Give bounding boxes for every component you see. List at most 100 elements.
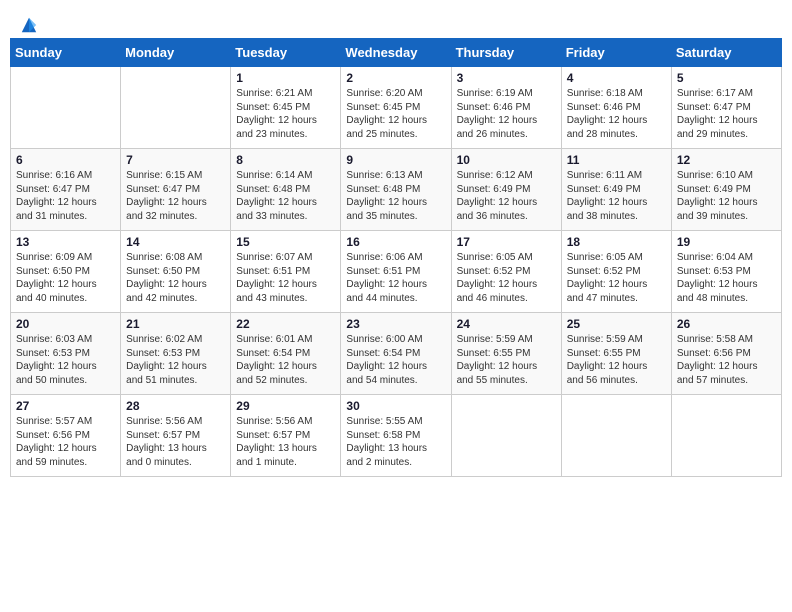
calendar-cell: 9Sunrise: 6:13 AM Sunset: 6:48 PM Daylig… bbox=[341, 149, 451, 231]
calendar-header-friday: Friday bbox=[561, 39, 671, 67]
calendar-cell: 19 Sunrise: 6:04 AM Sunset: 6:53 PM Dayli… bbox=[671, 231, 781, 313]
day-info: Sunrise: 6:05 AM Sunset: 6:52 PM Dayligh… bbox=[567, 251, 666, 305]
day-info: Sunrise: 6:15 AM Sunset: 6:47 PM Dayligh… bbox=[126, 169, 225, 223]
day-number: 7 bbox=[126, 153, 225, 167]
calendar-cell: 21 Sunrise: 6:02 AM Sunset: 6:53 PM Dayli… bbox=[121, 313, 231, 395]
calendar-week-3: 13 Sunrise: 6:09 AM Sunset: 6:50 PM Dayli… bbox=[11, 231, 782, 313]
calendar-cell: 18 Sunrise: 6:05 AM Sunset: 6:52 PM Dayli… bbox=[561, 231, 671, 313]
day-number: 4 bbox=[567, 71, 666, 85]
day-number: 15 bbox=[236, 235, 335, 249]
calendar-header-row: SundayMondayTuesdayWednesdayThursdayFrid… bbox=[11, 39, 782, 67]
day-number: 19 bbox=[677, 235, 776, 249]
day-number: 5 bbox=[677, 71, 776, 85]
calendar-cell: 14 Sunrise: 6:08 AM Sunset: 6:50 PM Dayli… bbox=[121, 231, 231, 313]
day-info: Sunrise: 6:18 AM Sunset: 6:46 PM Dayligh… bbox=[567, 87, 666, 141]
day-info: Sunrise: 6:09 AM Sunset: 6:50 PM Dayligh… bbox=[16, 251, 115, 305]
day-info: Sunrise: 5:55 AM Sunset: 6:58 PM Dayligh… bbox=[346, 415, 445, 469]
calendar-header-saturday: Saturday bbox=[671, 39, 781, 67]
day-number: 6 bbox=[16, 153, 115, 167]
day-number: 17 bbox=[457, 235, 556, 249]
calendar-cell bbox=[451, 395, 561, 477]
day-info: Sunrise: 5:56 AM Sunset: 6:57 PM Dayligh… bbox=[126, 415, 225, 469]
day-info: Sunrise: 5:57 AM Sunset: 6:56 PM Dayligh… bbox=[16, 415, 115, 469]
calendar-header-sunday: Sunday bbox=[11, 39, 121, 67]
day-number: 26 bbox=[677, 317, 776, 331]
day-info: Sunrise: 6:13 AM Sunset: 6:48 PM Dayligh… bbox=[346, 169, 445, 223]
day-number: 25 bbox=[567, 317, 666, 331]
page-header bbox=[10, 10, 782, 34]
calendar-cell: 10 Sunrise: 6:12 AM Sunset: 6:49 PM Dayli… bbox=[451, 149, 561, 231]
day-number: 3 bbox=[457, 71, 556, 85]
day-number: 10 bbox=[457, 153, 556, 167]
calendar-cell: 7 Sunrise: 6:15 AM Sunset: 6:47 PM Daylig… bbox=[121, 149, 231, 231]
day-info: Sunrise: 5:56 AM Sunset: 6:57 PM Dayligh… bbox=[236, 415, 335, 469]
calendar-cell: 30 Sunrise: 5:55 AM Sunset: 6:58 PM Dayli… bbox=[341, 395, 451, 477]
day-number: 30 bbox=[346, 399, 445, 413]
calendar-week-1: 1 Sunrise: 6:21 AM Sunset: 6:45 PM Daylig… bbox=[11, 67, 782, 149]
day-info: Sunrise: 6:01 AM Sunset: 6:54 PM Dayligh… bbox=[236, 333, 335, 387]
day-number: 12 bbox=[677, 153, 776, 167]
day-number: 13 bbox=[16, 235, 115, 249]
day-info: Sunrise: 6:12 AM Sunset: 6:49 PM Dayligh… bbox=[457, 169, 556, 223]
calendar-cell: 16Sunrise: 6:06 AM Sunset: 6:51 PM Dayli… bbox=[341, 231, 451, 313]
calendar-cell: 6 Sunrise: 6:16 AM Sunset: 6:47 PM Daylig… bbox=[11, 149, 121, 231]
logo-icon bbox=[20, 16, 38, 34]
day-info: Sunrise: 6:16 AM Sunset: 6:47 PM Dayligh… bbox=[16, 169, 115, 223]
calendar-cell: 22 Sunrise: 6:01 AM Sunset: 6:54 PM Dayli… bbox=[231, 313, 341, 395]
logo bbox=[18, 16, 38, 34]
calendar-week-4: 20 Sunrise: 6:03 AM Sunset: 6:53 PM Dayli… bbox=[11, 313, 782, 395]
calendar-cell: 17 Sunrise: 6:05 AM Sunset: 6:52 PM Dayli… bbox=[451, 231, 561, 313]
day-info: Sunrise: 6:08 AM Sunset: 6:50 PM Dayligh… bbox=[126, 251, 225, 305]
calendar-cell: 28Sunrise: 5:56 AM Sunset: 6:57 PM Dayli… bbox=[121, 395, 231, 477]
calendar-week-2: 6 Sunrise: 6:16 AM Sunset: 6:47 PM Daylig… bbox=[11, 149, 782, 231]
day-info: Sunrise: 6:17 AM Sunset: 6:47 PM Dayligh… bbox=[677, 87, 776, 141]
day-number: 2 bbox=[346, 71, 445, 85]
calendar-cell bbox=[561, 395, 671, 477]
calendar-header-monday: Monday bbox=[121, 39, 231, 67]
day-info: Sunrise: 6:05 AM Sunset: 6:52 PM Dayligh… bbox=[457, 251, 556, 305]
calendar-table: SundayMondayTuesdayWednesdayThursdayFrid… bbox=[10, 38, 782, 477]
day-info: Sunrise: 6:11 AM Sunset: 6:49 PM Dayligh… bbox=[567, 169, 666, 223]
day-info: Sunrise: 6:02 AM Sunset: 6:53 PM Dayligh… bbox=[126, 333, 225, 387]
day-info: Sunrise: 5:59 AM Sunset: 6:55 PM Dayligh… bbox=[567, 333, 666, 387]
day-info: Sunrise: 6:06 AM Sunset: 6:51 PM Dayligh… bbox=[346, 251, 445, 305]
calendar-cell bbox=[11, 67, 121, 149]
day-info: Sunrise: 5:58 AM Sunset: 6:56 PM Dayligh… bbox=[677, 333, 776, 387]
day-number: 1 bbox=[236, 71, 335, 85]
day-info: Sunrise: 6:21 AM Sunset: 6:45 PM Dayligh… bbox=[236, 87, 335, 141]
calendar-cell: 15 Sunrise: 6:07 AM Sunset: 6:51 PM Dayli… bbox=[231, 231, 341, 313]
day-number: 22 bbox=[236, 317, 335, 331]
day-info: Sunrise: 6:07 AM Sunset: 6:51 PM Dayligh… bbox=[236, 251, 335, 305]
day-number: 18 bbox=[567, 235, 666, 249]
calendar-header-wednesday: Wednesday bbox=[341, 39, 451, 67]
calendar-cell: 12 Sunrise: 6:10 AM Sunset: 6:49 PM Dayli… bbox=[671, 149, 781, 231]
day-number: 23 bbox=[346, 317, 445, 331]
calendar-cell: 25 Sunrise: 5:59 AM Sunset: 6:55 PM Dayli… bbox=[561, 313, 671, 395]
day-number: 20 bbox=[16, 317, 115, 331]
calendar-cell: 3 Sunrise: 6:19 AM Sunset: 6:46 PM Daylig… bbox=[451, 67, 561, 149]
day-number: 11 bbox=[567, 153, 666, 167]
day-info: Sunrise: 6:14 AM Sunset: 6:48 PM Dayligh… bbox=[236, 169, 335, 223]
day-number: 8 bbox=[236, 153, 335, 167]
calendar-cell: 13 Sunrise: 6:09 AM Sunset: 6:50 PM Dayli… bbox=[11, 231, 121, 313]
calendar-cell: 23 Sunrise: 6:00 AM Sunset: 6:54 PM Dayli… bbox=[341, 313, 451, 395]
calendar-cell: 4 Sunrise: 6:18 AM Sunset: 6:46 PM Daylig… bbox=[561, 67, 671, 149]
day-info: Sunrise: 6:00 AM Sunset: 6:54 PM Dayligh… bbox=[346, 333, 445, 387]
calendar-cell bbox=[121, 67, 231, 149]
calendar-week-5: 27Sunrise: 5:57 AM Sunset: 6:56 PM Dayli… bbox=[11, 395, 782, 477]
day-number: 29 bbox=[236, 399, 335, 413]
calendar-cell: 27Sunrise: 5:57 AM Sunset: 6:56 PM Dayli… bbox=[11, 395, 121, 477]
day-info: Sunrise: 6:10 AM Sunset: 6:49 PM Dayligh… bbox=[677, 169, 776, 223]
calendar-cell: 1 Sunrise: 6:21 AM Sunset: 6:45 PM Daylig… bbox=[231, 67, 341, 149]
day-number: 21 bbox=[126, 317, 225, 331]
calendar-cell: 11 Sunrise: 6:11 AM Sunset: 6:49 PM Dayli… bbox=[561, 149, 671, 231]
day-info: Sunrise: 6:20 AM Sunset: 6:45 PM Dayligh… bbox=[346, 87, 445, 141]
calendar-cell: 5 Sunrise: 6:17 AM Sunset: 6:47 PM Daylig… bbox=[671, 67, 781, 149]
day-number: 24 bbox=[457, 317, 556, 331]
calendar-header-tuesday: Tuesday bbox=[231, 39, 341, 67]
day-info: Sunrise: 6:04 AM Sunset: 6:53 PM Dayligh… bbox=[677, 251, 776, 305]
day-info: Sunrise: 6:03 AM Sunset: 6:53 PM Dayligh… bbox=[16, 333, 115, 387]
calendar-cell: 20 Sunrise: 6:03 AM Sunset: 6:53 PM Dayli… bbox=[11, 313, 121, 395]
day-info: Sunrise: 6:19 AM Sunset: 6:46 PM Dayligh… bbox=[457, 87, 556, 141]
day-number: 14 bbox=[126, 235, 225, 249]
